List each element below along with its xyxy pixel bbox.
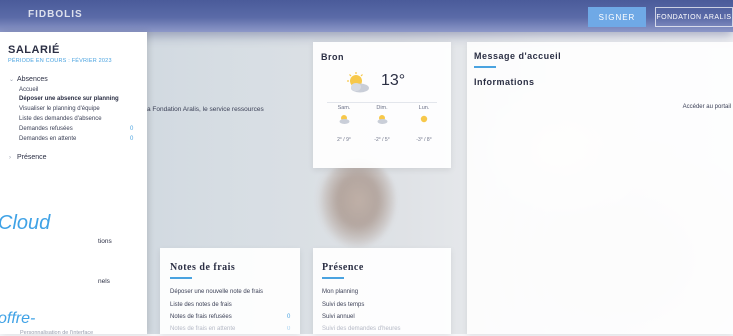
title-underline [474,66,496,68]
forecast-day-name: Sam. [337,105,351,111]
chevron-right-icon: › [9,155,11,161]
sidebar-item-refused-requests[interactable]: Demandes refusées [19,126,73,132]
chevron-down-icon: ⌄ [9,77,15,83]
sidebar-item-absence-requests[interactable]: Liste des demandes d'absence [19,116,102,122]
sidebar-item-deposit-absence[interactable]: Déposer une absence sur planning [19,96,119,102]
sidebar: SALARIÉ PÉRIODE EN COURS : FÉVRIER 2023 … [0,32,147,336]
signer-button[interactable]: SIGNER [588,7,646,27]
portal-link[interactable]: Accéder au portail [683,104,731,110]
pending-expenses-link[interactable]: Notes de frais en attente [170,326,235,332]
sun-icon [420,115,428,123]
overlay-offre-text: offre- [0,310,36,327]
partly-cloudy-icon [339,115,350,124]
presence-title: Présence [322,262,364,273]
partly-sunny-icon [347,72,369,93]
weather-card: Bron 13° Sam. 2° / 9° Dim. -2° / 5° Lun.… [313,42,451,168]
section-label: Absences [17,76,48,83]
weather-city: Bron [321,52,344,62]
sidebar-footer-link[interactable]: Personnalisation de l'interface [20,330,93,336]
sidebar-item-fragment[interactable]: nels [98,278,110,285]
refused-requests-count: 0 [130,126,134,132]
message-title: Message d'accueil [474,51,562,61]
time-tracking-link[interactable]: Suivi des temps [322,302,364,308]
forecast-day: Dim. -2° / 5° [367,105,397,143]
forecast-day-name: Dim. [376,105,388,111]
new-expense-link[interactable]: Déposer une nouvelle note de frais [170,289,263,295]
expense-notes-title: Notes de frais [170,262,236,273]
section-label: Présence [17,154,47,161]
welcome-message-panel: Message d'accueil Informations Accéder a… [467,42,733,334]
current-temperature: 13° [381,72,406,89]
forecast-day: Lun. -3° / 8° [409,105,439,143]
forecast-day-range: -3° / 8° [416,137,432,143]
brand-logo[interactable]: FIDBOLIS [28,9,83,20]
sidebar-section-presence[interactable]: › Présence [9,154,47,161]
top-bar: FIDBOLIS SIGNER FONDATION ARALIS [0,0,733,32]
sidebar-item-team-planning[interactable]: Visualiser le planning d'équipe [19,106,100,112]
sidebar-section-absences[interactable]: ⌄ Absences [9,76,48,83]
forecast-day: Sam. 2° / 9° [329,105,359,143]
presence-card: Présence Mon planning Suivi des temps Su… [313,248,451,334]
title-underline [322,277,344,279]
hours-requests-link[interactable]: Suivi des demandes d'heures [322,326,401,332]
informations-heading: Informations [474,77,535,87]
background-person [318,160,398,250]
expense-list-link[interactable]: Liste des notes de frais [170,302,232,308]
forecast-day-range: -2° / 5° [374,137,390,143]
sidebar-item-fragment[interactable]: tions [98,238,112,245]
title-underline [170,277,192,279]
forecast-day-name: Lun. [418,105,430,111]
organization-button[interactable]: FONDATION ARALIS [655,7,733,27]
expense-notes-card: Notes de frais Déposer une nouvelle note… [160,248,300,334]
sidebar-title: SALARIÉ [8,44,60,56]
period-label: PÉRIODE EN COURS : FÉVRIER 2023 [8,58,112,64]
welcome-text: a Fondation Aralis, le service ressource… [147,106,264,113]
my-planning-link[interactable]: Mon planning [322,289,358,295]
refused-expenses-link[interactable]: Notes de frais refusées [170,314,232,320]
pending-expenses-count: 0 [287,326,291,332]
sidebar-item-accueil[interactable]: Accueil [19,87,38,93]
weather-divider [327,102,437,103]
pending-requests-count: 0 [130,136,134,142]
forecast-day-range: 2° / 9° [337,137,351,143]
annual-tracking-link[interactable]: Suivi annuel [322,314,355,320]
refused-expenses-count: 0 [287,314,291,320]
sidebar-item-pending-requests[interactable]: Demandes en attente [19,136,76,142]
partly-cloudy-icon [377,115,388,124]
overlay-cloud-text: Cloud [0,212,51,234]
